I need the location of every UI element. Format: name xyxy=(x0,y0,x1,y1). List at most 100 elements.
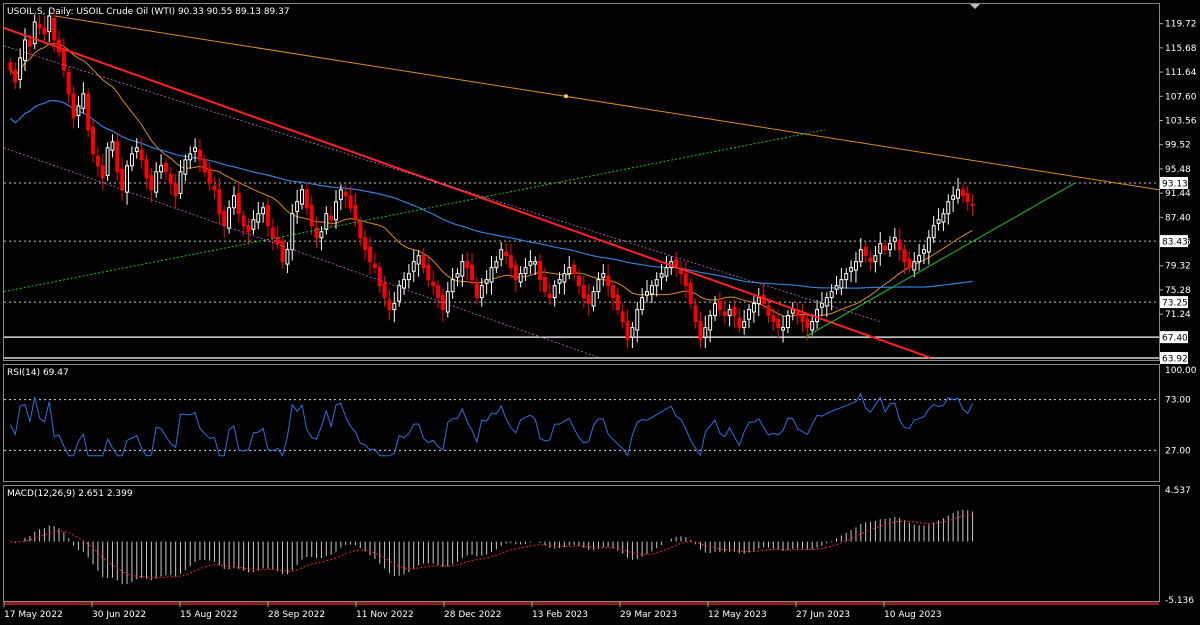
candle-body xyxy=(154,171,159,193)
candle-body xyxy=(567,267,572,275)
timeline-strip xyxy=(4,602,1159,605)
candle-body xyxy=(844,273,849,281)
candle-body xyxy=(960,189,965,197)
candle-body xyxy=(377,267,382,287)
candle-body xyxy=(630,327,635,338)
level-badge-text: 67.40 xyxy=(1162,334,1188,344)
candle-body xyxy=(450,279,455,293)
candle-body xyxy=(334,201,338,221)
candle-body xyxy=(679,269,683,275)
candle-body xyxy=(105,147,110,176)
candle-body xyxy=(810,321,815,331)
macd-tick-label: -5.136 xyxy=(1165,596,1194,606)
candle-body xyxy=(217,189,222,215)
candle-body xyxy=(382,282,387,299)
candle-body xyxy=(436,285,441,299)
time-tick-label: 15 Aug 2022 xyxy=(180,610,238,620)
price-tick-label: 79.32 xyxy=(1165,262,1191,272)
rsi-panel: RSI(14) 69.47 xyxy=(3,364,1160,482)
candle-body xyxy=(596,279,601,293)
candle-body xyxy=(897,239,902,251)
price-tick-label: 95.48 xyxy=(1165,165,1191,175)
candle-body xyxy=(421,255,426,269)
candle-body xyxy=(202,159,207,173)
candle-body xyxy=(275,237,280,245)
level-badge-text: 83.43 xyxy=(1162,238,1188,248)
candle-body xyxy=(76,105,81,116)
candle-body xyxy=(751,303,756,313)
candle-body xyxy=(134,147,139,152)
candle-body xyxy=(392,303,397,311)
candle-body xyxy=(455,273,460,278)
candle-body xyxy=(586,294,591,305)
candle-body xyxy=(266,204,270,227)
candle-body xyxy=(110,141,115,151)
candle-body xyxy=(625,321,630,341)
candle-body xyxy=(329,215,334,221)
level-badge-83.43: 83.43 xyxy=(1160,235,1188,248)
scroll-marker-icon[interactable] xyxy=(970,4,980,9)
candle-body xyxy=(547,293,552,299)
macd-tick-label: 4.537 xyxy=(1165,486,1191,496)
candle-body xyxy=(912,261,917,271)
candle-body xyxy=(256,213,261,223)
candle-body xyxy=(489,267,494,283)
candle-body xyxy=(722,311,727,317)
candle-body xyxy=(562,273,567,283)
candle-body xyxy=(815,309,820,323)
candle-body xyxy=(528,261,533,266)
candle-body xyxy=(285,249,290,265)
candle-body xyxy=(251,219,256,230)
candle-body xyxy=(620,311,625,323)
level-badge-text: 73.25 xyxy=(1162,299,1188,309)
candle-body xyxy=(159,165,164,173)
candle-body xyxy=(406,273,411,281)
candle-body xyxy=(834,285,839,290)
candle-body xyxy=(212,185,217,191)
candle-body xyxy=(703,327,708,338)
candle-body xyxy=(640,297,645,311)
candle-body xyxy=(343,191,348,197)
candle-body xyxy=(766,305,771,317)
level-badge-67.40: 67.40 xyxy=(1160,331,1188,344)
price-tick-label: 75.28 xyxy=(1165,286,1191,296)
candle-body xyxy=(922,249,926,254)
price-tick-label: 91.44 xyxy=(1165,189,1191,199)
candle-body xyxy=(795,311,800,317)
candle-body xyxy=(100,165,105,179)
candle-body xyxy=(771,315,776,323)
candle-body xyxy=(61,49,66,71)
candle-body xyxy=(197,149,202,161)
rsi-label: RSI(14) 69.47 xyxy=(7,368,69,378)
grid-layer xyxy=(4,182,1159,359)
candle-body xyxy=(27,39,32,47)
candle-body xyxy=(236,192,241,215)
candle-body xyxy=(601,273,606,278)
candle-body xyxy=(883,245,888,251)
candle-body xyxy=(829,291,834,299)
candle-body xyxy=(853,261,858,271)
candle-body xyxy=(946,201,951,215)
candle-body xyxy=(863,246,868,257)
price-tick-label: 107.60 xyxy=(1165,92,1197,102)
candle-body xyxy=(57,39,61,53)
candle-body xyxy=(717,300,722,311)
candle-body xyxy=(18,57,23,81)
price-tick-label: 71.24 xyxy=(1165,310,1191,320)
rsi-line xyxy=(9,392,974,458)
candle-body xyxy=(523,267,528,275)
candle-body xyxy=(635,309,640,331)
candle-body xyxy=(183,159,188,175)
candle-body xyxy=(372,263,377,269)
candle-body xyxy=(163,162,168,173)
candle-body xyxy=(91,126,95,155)
candle-body xyxy=(411,261,416,272)
candle-body xyxy=(149,174,154,191)
chart-canvas: USOIL.S, Daily: USOIL Crude Oil (WTI) 90… xyxy=(3,3,1197,620)
candle-body xyxy=(270,227,275,239)
candle-body xyxy=(785,315,790,329)
candle-body xyxy=(572,264,577,275)
candle-body xyxy=(445,291,450,313)
macd-panel: MACD(12,26,9) 2.651 2.399 xyxy=(3,485,1160,602)
candle-body xyxy=(581,285,586,299)
